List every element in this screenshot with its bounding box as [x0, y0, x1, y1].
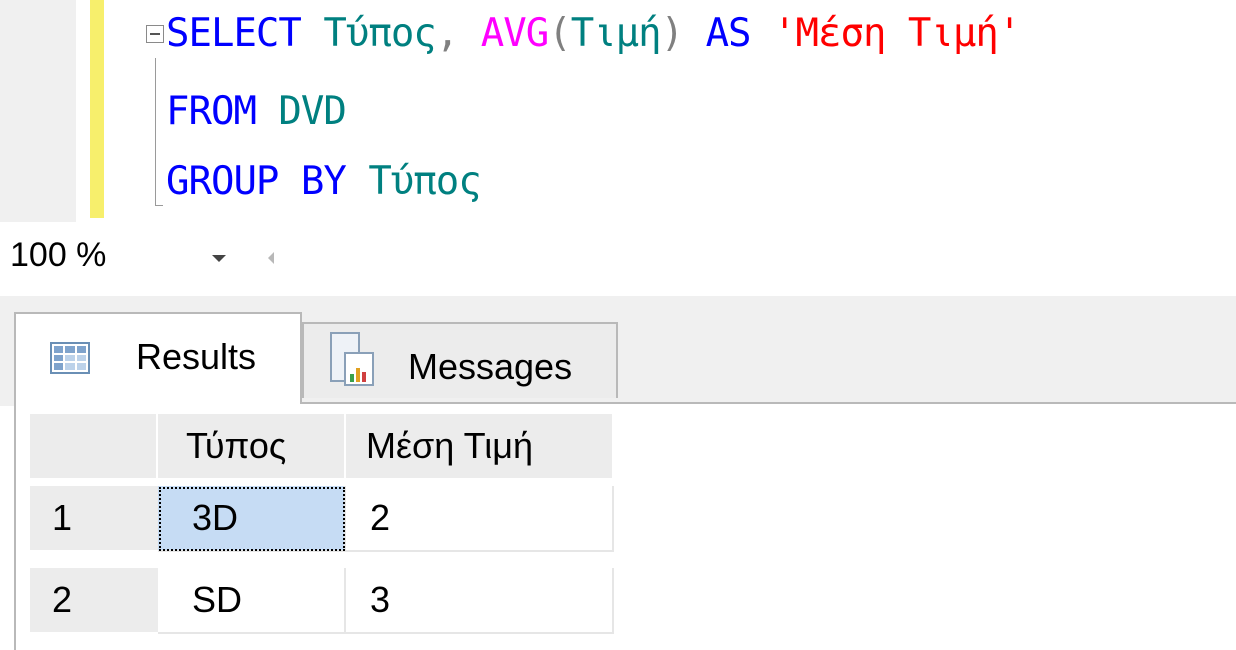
column-header-type[interactable]: Τύπος: [158, 414, 346, 480]
paren-close: ): [660, 11, 685, 56]
outline-end: [155, 205, 163, 206]
scroll-left-arrow-icon[interactable]: [268, 252, 274, 264]
row-number[interactable]: 1: [30, 486, 158, 552]
function-avg: AVG: [480, 11, 549, 56]
comma: ,: [435, 11, 460, 56]
column-type: Τύπος: [323, 11, 436, 56]
code-line-1[interactable]: SELECT Τύπος, AVG(Τιμή) AS 'Μέση Τιμή': [166, 9, 1021, 59]
tab-results[interactable]: Results: [14, 312, 302, 404]
editor-gutter: [0, 0, 76, 222]
keyword-from: FROM: [166, 89, 257, 134]
query-editor[interactable]: SELECT Τύπος, AVG(Τιμή) AS 'Μέση Τιμή' F…: [0, 0, 1236, 222]
column-price: Τιμή: [570, 11, 662, 56]
code-line-3[interactable]: GROUP BY Τύπος: [166, 157, 482, 207]
table-cell-type[interactable]: 3D: [158, 486, 346, 552]
keyword-select: SELECT: [166, 11, 302, 56]
keyword-as: AS: [705, 11, 752, 56]
zoom-bar: 100 %: [0, 222, 1236, 296]
grid-icon: [50, 342, 90, 374]
row-number[interactable]: 2: [30, 568, 158, 634]
outline-line: [155, 58, 156, 206]
tab-results-label: Results: [136, 336, 257, 377]
paren-open: (: [548, 11, 572, 56]
column-header-avg-price[interactable]: Μέση Τιμή: [346, 414, 614, 480]
alias-string: 'Μέση Τιμή': [773, 11, 1021, 56]
grid-corner[interactable]: [30, 414, 158, 480]
tab-messages[interactable]: Messages: [302, 322, 618, 398]
code-line-2[interactable]: FROM DVD: [166, 87, 347, 137]
messages-icon: [330, 332, 378, 388]
table-cell-type[interactable]: SD: [158, 568, 346, 634]
keyword-group-by: GROUP BY: [166, 159, 347, 204]
change-tracking-bar: [90, 0, 104, 218]
table-cell-avg-price[interactable]: 2: [346, 486, 614, 552]
column-type: Τύπος: [368, 159, 481, 204]
zoom-combobox[interactable]: 100 %: [10, 236, 106, 275]
results-grid[interactable]: Τύπος Μέση Τιμή 1 3D 2 2 SD 3: [14, 402, 1236, 650]
table-cell-avg-price[interactable]: 3: [346, 568, 614, 634]
results-tab-strip: Results Messages: [0, 296, 1236, 406]
table-name: DVD: [278, 89, 346, 134]
chevron-down-icon[interactable]: [212, 255, 226, 262]
collapse-icon[interactable]: [146, 25, 164, 43]
tab-messages-label: Messages: [408, 346, 573, 387]
